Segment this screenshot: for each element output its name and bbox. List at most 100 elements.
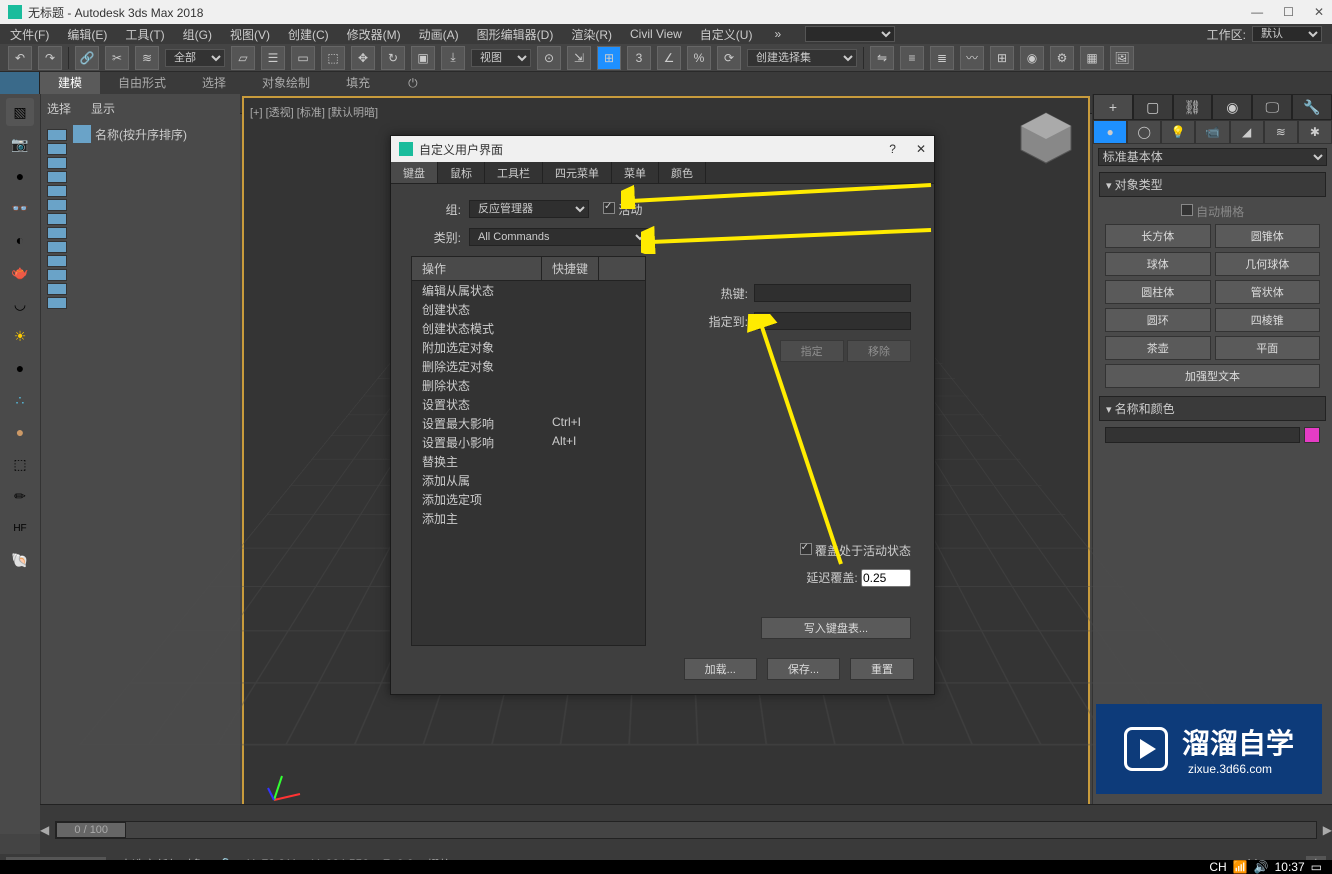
light-icon[interactable]: ● xyxy=(6,162,34,190)
prim-geosphere[interactable]: 几何球体 xyxy=(1215,252,1321,276)
undo-icon[interactable]: ↶ xyxy=(8,46,32,70)
outliner-header[interactable]: 名称(按升序排序) xyxy=(95,126,187,143)
menu-civilview[interactable]: Civil View xyxy=(630,27,682,41)
align-icon[interactable]: ≡ xyxy=(900,46,924,70)
unlink-icon[interactable]: ✂ xyxy=(105,46,129,70)
sub-shapes-icon[interactable]: ◯ xyxy=(1127,120,1161,144)
tab-motion-icon[interactable]: ◉ xyxy=(1212,94,1252,120)
flt-bone-icon[interactable] xyxy=(47,255,67,267)
viewport-label[interactable]: [+] [透视] [标准] [默认明暗] xyxy=(244,98,1088,126)
menu-modifiers[interactable]: 修改器(M) xyxy=(347,26,401,43)
category-select[interactable]: All Commands xyxy=(469,228,649,246)
outliner-select[interactable]: 选择 xyxy=(47,100,71,117)
snap-toggle-icon[interactable]: ⊞ xyxy=(597,46,621,70)
workspace-select[interactable]: 默认 xyxy=(1252,26,1322,42)
dome-icon[interactable]: ◡ xyxy=(6,290,34,318)
assigned-input[interactable] xyxy=(754,312,911,330)
cloth-icon[interactable]: ⬚ xyxy=(6,450,34,478)
flt-container-icon[interactable] xyxy=(47,269,67,281)
schematic-icon[interactable]: ⊞ xyxy=(990,46,1014,70)
prim-cylinder[interactable]: 圆柱体 xyxy=(1105,280,1211,304)
dlg-tab-color[interactable]: 颜色 xyxy=(659,162,706,183)
action-row[interactable]: 设置状态 xyxy=(412,395,645,414)
tab-populate[interactable]: 填充 xyxy=(328,72,388,94)
flt-hidden-icon[interactable] xyxy=(47,297,67,309)
snap3-icon[interactable]: 3 xyxy=(627,46,651,70)
flt-xref-icon[interactable] xyxy=(47,241,67,253)
sun-icon[interactable]: ☀ xyxy=(6,322,34,350)
prim-teapot[interactable]: 茶壶 xyxy=(1105,336,1211,360)
flt-shape-icon[interactable] xyxy=(47,157,67,169)
window-maximize[interactable]: ☐ xyxy=(1283,5,1294,19)
camera-icon[interactable]: 📷 xyxy=(6,130,34,158)
mat-editor-icon[interactable]: ◉ xyxy=(1020,46,1044,70)
flt-cam-icon[interactable] xyxy=(47,185,67,197)
sphere-icon[interactable]: ● xyxy=(6,354,34,382)
viewcube-icon[interactable] xyxy=(1016,108,1076,168)
menu-file[interactable]: 文件(F) xyxy=(10,26,49,43)
tab-select[interactable]: 选择 xyxy=(184,72,244,94)
load-button[interactable]: 加载... xyxy=(684,658,757,680)
pivot-icon[interactable]: ⊙ xyxy=(537,46,561,70)
prim-box[interactable]: 长方体 xyxy=(1105,224,1211,248)
window-crossing-icon[interactable]: ⬚ xyxy=(321,46,345,70)
hotkey-input[interactable] xyxy=(754,284,911,302)
render-icon[interactable]: 🖼 xyxy=(1110,46,1134,70)
rotate-icon[interactable]: ↻ xyxy=(381,46,405,70)
tab-objpaint[interactable]: 对象绘制 xyxy=(244,72,328,94)
menu-animation[interactable]: 动画(A) xyxy=(419,26,459,43)
col-action[interactable]: 操作 xyxy=(412,257,542,280)
primitive-category-select[interactable]: 标准基本体 xyxy=(1098,148,1327,166)
prim-plane[interactable]: 平面 xyxy=(1215,336,1321,360)
tray-sound-icon[interactable]: 🔊 xyxy=(1254,860,1269,874)
action-list[interactable]: 操作 快捷键 编辑从属状态创建状态创建状态模式附加选定对象删除选定对象删除状态设… xyxy=(411,256,646,646)
flt-helper-icon[interactable] xyxy=(47,199,67,211)
move-icon[interactable]: ✥ xyxy=(351,46,375,70)
menu-edit[interactable]: 编辑(E) xyxy=(67,26,107,43)
persp-icon[interactable]: ▧ xyxy=(6,98,34,126)
bind-icon[interactable]: ≋ xyxy=(135,46,159,70)
prim-sphere[interactable]: 球体 xyxy=(1105,252,1211,276)
flt-group-icon[interactable] xyxy=(47,227,67,239)
window-minimize[interactable]: — xyxy=(1251,5,1263,19)
next-key-icon[interactable]: ▶ xyxy=(1323,823,1332,837)
dlg-tab-keyboard[interactable]: 键盘 xyxy=(391,162,438,183)
sub-helpers-icon[interactable]: ◢ xyxy=(1230,120,1264,144)
window-close[interactable]: ✕ xyxy=(1314,5,1324,19)
angle-snap-icon[interactable]: ∠ xyxy=(657,46,681,70)
particles-icon[interactable]: ∴ xyxy=(6,386,34,414)
object-name-input[interactable] xyxy=(1105,427,1300,443)
render-setup-icon[interactable]: ⚙ xyxy=(1050,46,1074,70)
dialog-help-icon[interactable]: ? xyxy=(889,142,896,156)
col-shortcut[interactable]: 快捷键 xyxy=(542,257,599,280)
link-icon[interactable]: 🔗 xyxy=(75,46,99,70)
fog-icon[interactable]: ◐ xyxy=(6,226,34,254)
delay-spinner[interactable] xyxy=(861,569,911,587)
write-kbd-button[interactable]: 写入键盘表... xyxy=(761,617,911,639)
tab-display-icon[interactable]: 🖵 xyxy=(1252,94,1292,120)
prim-pyramid[interactable]: 四棱锥 xyxy=(1215,308,1321,332)
action-row[interactable]: 替换主 xyxy=(412,452,645,471)
action-row[interactable]: 编辑从属状态 xyxy=(412,281,645,300)
selection-filter[interactable]: 全部 xyxy=(165,49,225,67)
action-row[interactable]: 添加主 xyxy=(412,509,645,528)
autogrid-checkbox[interactable] xyxy=(1181,204,1193,216)
select-rect-icon[interactable]: ▭ xyxy=(291,46,315,70)
outliner-display[interactable]: 显示 xyxy=(91,100,115,117)
active-checkbox[interactable] xyxy=(603,202,615,214)
sub-cameras-icon[interactable]: 📹 xyxy=(1195,120,1229,144)
menu-group[interactable]: 组(G) xyxy=(183,26,212,43)
redo-icon[interactable]: ↷ xyxy=(38,46,62,70)
spinner-snap-icon[interactable]: ⟳ xyxy=(717,46,741,70)
action-row[interactable]: 设置最大影响Ctrl+I xyxy=(412,414,645,433)
tab-create-icon[interactable]: + xyxy=(1093,94,1133,120)
remove-button[interactable]: 移除 xyxy=(847,340,911,362)
tray-ime[interactable]: CH xyxy=(1209,860,1226,874)
action-row[interactable]: 设置最小影响Alt+I xyxy=(412,433,645,452)
time-slider-track[interactable]: 0 / 100 xyxy=(55,821,1317,839)
menu-render[interactable]: 渲染(R) xyxy=(571,26,612,43)
tab-hierarchy-icon[interactable]: ⛓ xyxy=(1173,94,1213,120)
menu-tools[interactable]: 工具(T) xyxy=(125,26,164,43)
rollout-namecolor[interactable]: ▾ 名称和颜色 xyxy=(1099,396,1326,421)
action-row[interactable]: 删除状态 xyxy=(412,376,645,395)
